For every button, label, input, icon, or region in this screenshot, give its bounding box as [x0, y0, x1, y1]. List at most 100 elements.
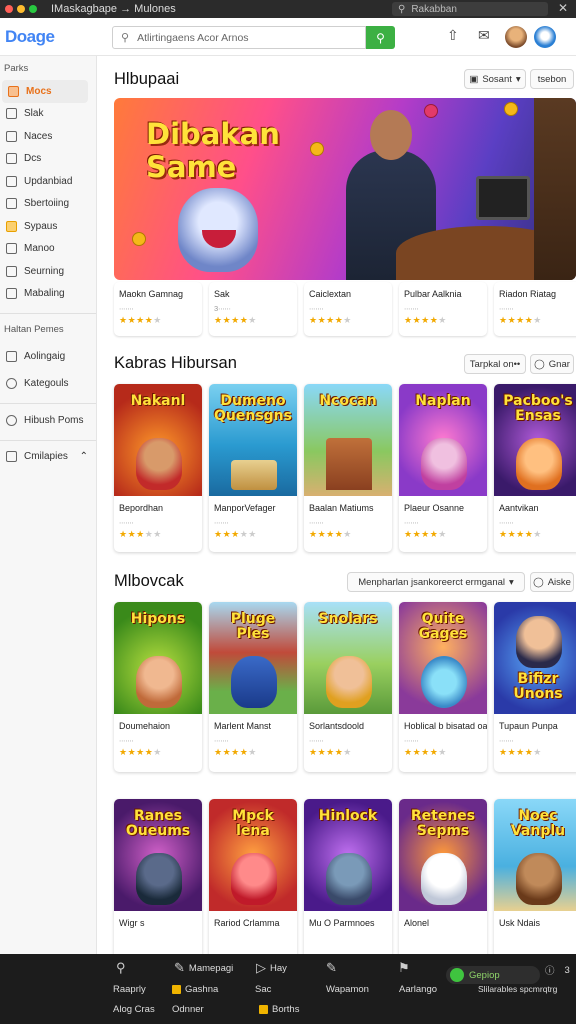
game-card[interactable]: Pluge Ples Marlent Manst ∙∙∙∙∙∙∙ ★★★★★ — [209, 602, 297, 772]
bottom-link[interactable]: Sac — [255, 984, 271, 995]
logo-text: Doage — [5, 26, 55, 46]
game-card[interactable]: Bifizr Unons Tupaun Punpa ∙∙∙∙∙∙∙ ★★★★★ — [494, 602, 576, 772]
rating-stars: ★★★★★ — [499, 529, 542, 539]
minimize-window-button[interactable] — [17, 5, 25, 13]
featured-banner[interactable]: Dibakan Same — [114, 98, 576, 280]
sidebar-item-kategouls[interactable]: Kategouls — [0, 373, 96, 396]
app-logo[interactable]: Doage — [5, 26, 55, 47]
sort-label: Sosant — [482, 73, 512, 85]
sidebar-item-dcs[interactable]: Dcs — [0, 148, 96, 171]
sort-dropdown[interactable]: Tarpkal on•• — [464, 354, 526, 374]
game-card[interactable]: Quite Gages Hoblical b bisatad oangn ∙∙∙… — [399, 602, 487, 772]
sidebar-item-seurning[interactable]: Seurning — [0, 260, 96, 283]
sidebar-item-hibush-poms[interactable]: Hibush Poms — [0, 409, 96, 432]
card-meta: ∙∙∙∙∙∙∙ — [119, 304, 134, 313]
rating-stars: ★★★★★ — [119, 747, 162, 757]
bottom-link[interactable]: Slilarables spcmrqtrg — [478, 984, 557, 994]
bottom-link[interactable]: Alog Cras — [113, 1004, 155, 1015]
game-card[interactable]: Mpck lena Rariod Crlamma — [209, 799, 297, 954]
game-card[interactable]: Pacboo's Ensas Aantvikan ∙∙∙∙∙∙∙ ★★★★★ — [494, 384, 576, 552]
folder-icon — [6, 130, 17, 142]
play-button[interactable]: ▷ Hay — [256, 960, 287, 976]
sidebar-item-cmilapies[interactable]: Cmilapies ⌃ — [0, 446, 96, 469]
account-avatar[interactable] — [534, 26, 556, 48]
avatar[interactable] — [505, 26, 527, 48]
bottom-link[interactable]: Aarlango — [399, 984, 437, 995]
sidebar-item-label: Updanbiad — [24, 175, 73, 187]
bottom-link[interactable]: Odnner — [172, 1004, 204, 1015]
bottom-link[interactable]: Borths — [259, 1004, 299, 1015]
grid-icon: ◯ — [534, 358, 545, 370]
game-card[interactable]: Riadon Riatag ∙∙∙∙∙∙∙ ★★★★★ — [494, 282, 576, 336]
bottom-link[interactable]: Raaprly — [113, 984, 146, 995]
sort-dropdown[interactable]: Menpharlan jsankoreerct ermganal ▾ — [347, 572, 525, 592]
coin-icon — [504, 102, 518, 116]
upload-icon[interactable]: ⇧ — [447, 27, 459, 44]
sidebar-item-aolingaig[interactable]: Aolingaig — [0, 345, 96, 368]
coin-icon — [310, 142, 324, 156]
sidebar-item-updanbiad[interactable]: Updanbiad — [0, 170, 96, 193]
game-card[interactable]: Pulbar Aalknia ∙∙∙∙∙∙∙ ★★★★★ — [399, 282, 487, 336]
game-card[interactable]: Hipons Doumehaion ∙∙∙∙∙∙∙ ★★★★★ — [114, 602, 202, 772]
maximize-window-button[interactable] — [29, 5, 37, 13]
sort-dropdown[interactable]: ▣ Sosant ▾ — [464, 69, 526, 89]
thumbnail-title: Pluge Ples — [230, 611, 276, 642]
edit-button[interactable]: ✎ Mamepagi — [174, 960, 233, 976]
bottom-link[interactable]: Wapamon — [326, 984, 369, 995]
card-meta: ∙∙∙∙∙∙∙ — [309, 736, 324, 745]
info-button[interactable]: ⓘ 3 — [545, 963, 570, 978]
game-card[interactable]: Maokn Gamnag ∙∙∙∙∙∙∙ ★★★★★ — [114, 282, 202, 336]
bookmark-button[interactable]: ⚑ — [398, 960, 410, 976]
character-illustration — [326, 853, 372, 905]
filter-button[interactable]: ◯ Aiske — [530, 572, 574, 592]
sidebar-item-label: Mocs — [26, 85, 52, 97]
game-card[interactable]: Nakanl Bepordhan ∙∙∙∙∙∙∙ ★★★★★ — [114, 384, 202, 552]
card-thumbnail: Bifizr Unons — [494, 602, 576, 714]
window-search[interactable]: ⚲ Rakabban — [392, 2, 548, 16]
close-window-button[interactable] — [5, 5, 13, 13]
search-button[interactable]: ⚲ — [366, 26, 395, 49]
location-button[interactable]: ⚲ — [116, 960, 126, 976]
game-card[interactable]: Sak 3∙∙∙∙∙∙ ★★★★★ — [209, 282, 297, 336]
sidebar-item-mocs[interactable]: Mocs — [2, 80, 88, 103]
search-input[interactable]: ⚲ Atlirtingaens Acor Arnos — [112, 26, 366, 49]
bottom-link[interactable]: Gashna — [172, 984, 218, 995]
bottom-toolbar: ⚲ ✎ Mamepagi ▷ Hay ✎ ⚑ Gepiop ⓘ 3 Raaprly G… — [0, 954, 576, 1024]
game-card[interactable]: Retenes Sepms Alonel — [399, 799, 487, 954]
bottom-label: Hay — [270, 962, 287, 974]
notifications-icon[interactable]: ✉ — [478, 27, 490, 44]
sidebar-item-label: Aolingaig — [24, 350, 66, 362]
game-card[interactable]: Hinlock Mu O Parmnoes — [304, 799, 392, 954]
status-icon — [450, 968, 464, 982]
rating-stars: ★★★★★ — [309, 529, 352, 539]
sidebar-item-sbertoiing[interactable]: Sbertoiing — [0, 193, 96, 216]
sidebar-item-naces[interactable]: Naces — [0, 125, 96, 148]
sidebar-item-manoo[interactable]: Manoo — [0, 238, 96, 261]
game-card[interactable]: Ranes Oueums Wigr s — [114, 799, 202, 954]
game-card[interactable]: Dumeno Quensgns ManporVefager ∙∙∙∙∙∙∙ ★★… — [209, 384, 297, 552]
sidebar-divider — [0, 313, 96, 314]
update-icon — [6, 175, 17, 187]
card-title: Doumehaion — [119, 721, 171, 731]
share-button[interactable]: ✎ — [326, 960, 337, 976]
status-pill[interactable]: Gepiop — [446, 966, 540, 984]
game-card[interactable]: Caiclextan ∙∙∙∙∙∙∙ ★★★★★ — [304, 282, 392, 336]
filter-button[interactable]: ◯ Gnar — [530, 354, 574, 374]
card-thumbnail: Naplan — [399, 384, 487, 496]
sidebar-item-mabaling[interactable]: Mabaling — [0, 283, 96, 306]
game-card[interactable]: Ncocan Baalan Matiums ∙∙∙∙∙∙∙ ★★★★★ — [304, 384, 392, 552]
gift-icon — [6, 288, 17, 300]
game-card[interactable]: Naplan Plaeur Osanne ∙∙∙∙∙∙∙ ★★★★★ — [399, 384, 487, 552]
card-thumbnail: Pluge Ples — [209, 602, 297, 714]
close-icon[interactable]: ✕ — [558, 1, 568, 15]
sidebar-item-label: Dcs — [24, 153, 42, 165]
filter-button[interactable]: tsebon — [530, 69, 574, 89]
sidebar-divider — [0, 403, 96, 404]
sort-label: Menpharlan jsankoreerct ermganal — [358, 576, 506, 588]
game-card[interactable]: Snolars Sorlantsdoold ∙∙∙∙∙∙∙ ★★★★★ — [304, 602, 392, 772]
card-title: Sak — [214, 289, 230, 299]
sidebar-item-slak[interactable]: Slak — [0, 103, 96, 126]
game-card[interactable]: Noec Vanplu Usk Ndais — [494, 799, 576, 954]
sidebar-item-sypaus[interactable]: Sypaus — [0, 215, 96, 238]
filter-label: Gnar — [548, 358, 570, 370]
